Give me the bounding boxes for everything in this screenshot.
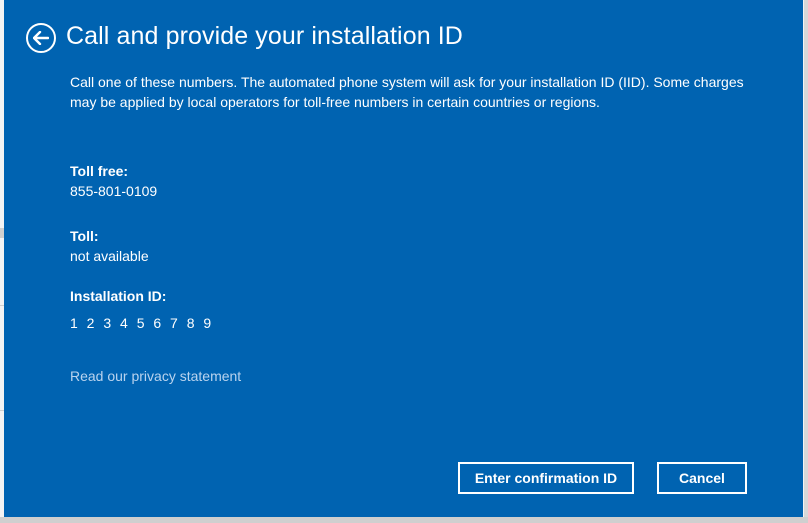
background-window-edge	[0, 517, 808, 523]
enter-confirmation-id-button[interactable]: Enter confirmation ID	[458, 462, 634, 494]
installation-id-value: 1 2 3 4 5 6 7 8 9	[70, 315, 212, 331]
toll-free-label: Toll free:	[70, 163, 129, 179]
installation-id-label: Installation ID:	[70, 288, 167, 304]
back-button[interactable]	[26, 23, 56, 53]
toll-free-number: 855-801-0109	[70, 183, 158, 199]
toll-label: Toll:	[70, 228, 99, 244]
toll-number: not available	[70, 248, 149, 264]
dialog-title: Call and provide your installation ID	[66, 22, 463, 50]
privacy-statement-link[interactable]: Read our privacy statement	[70, 368, 241, 384]
dialog-description: Call one of these numbers. The automated…	[70, 74, 744, 110]
back-arrow-icon	[33, 31, 49, 45]
cancel-button[interactable]: Cancel	[657, 462, 747, 494]
background-window-edge	[804, 0, 808, 523]
activation-dialog: Call and provide your installation ID Ca…	[4, 0, 803, 517]
